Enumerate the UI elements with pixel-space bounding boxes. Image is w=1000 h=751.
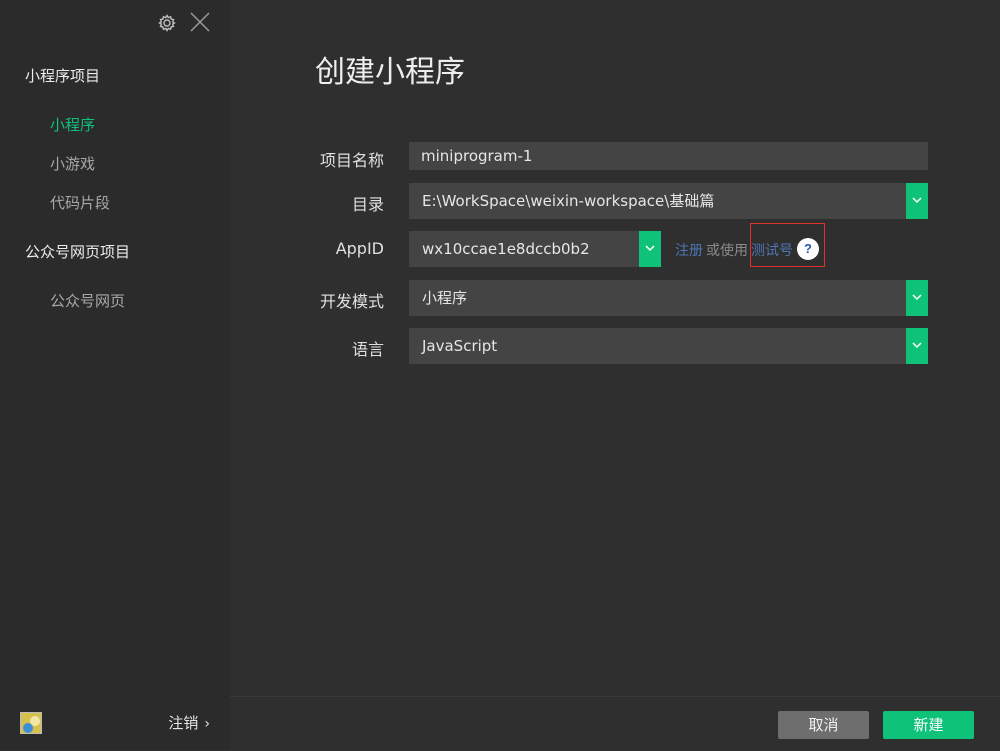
close-icon[interactable] xyxy=(188,10,212,34)
test-account-link[interactable]: 测试号 xyxy=(751,240,793,260)
bottom-bar: 取消 新建 xyxy=(230,696,1000,751)
language-select[interactable]: JavaScript xyxy=(409,328,906,364)
dev-mode-label: 开发模式 xyxy=(319,292,384,311)
chevron-down-icon xyxy=(912,294,922,301)
directory-label: 目录 xyxy=(351,195,384,214)
language-dropdown-button[interactable] xyxy=(906,328,928,364)
avatar[interactable] xyxy=(20,712,42,734)
appid-input[interactable]: wx10ccae1e8dccb0b2 xyxy=(409,231,640,267)
sidebar-item-miniprogram[interactable]: 小程序 xyxy=(50,114,95,135)
logout-label: 注销 xyxy=(168,714,199,732)
or-use-text: 或使用 xyxy=(706,243,748,259)
project-name-label: 项目名称 xyxy=(319,151,384,170)
directory-dropdown-button[interactable] xyxy=(906,183,928,219)
register-link[interactable]: 注册 xyxy=(675,240,703,260)
cancel-button[interactable]: 取消 xyxy=(778,711,869,739)
sidebar-footer: 注销 › xyxy=(0,697,230,750)
chevron-down-icon xyxy=(645,245,655,252)
main-panel: 创建小程序 项目名称 miniprogram-1 目录 E:\WorkSpace… xyxy=(230,0,1000,751)
chevron-down-icon xyxy=(912,197,922,204)
appid-label: AppID xyxy=(335,239,384,258)
section-title-official-account: 公众号网页项目 xyxy=(25,243,131,261)
sidebar: 小程序项目 小程序 小游戏 代码片段 公众号网页项目 公众号网页 注销 › xyxy=(0,0,230,750)
project-name-input[interactable]: miniprogram-1 xyxy=(409,142,928,170)
logout-button[interactable]: 注销 › xyxy=(168,712,210,733)
create-button[interactable]: 新建 xyxy=(883,711,974,739)
section-title-miniprogram: 小程序项目 xyxy=(25,67,101,85)
appid-dropdown-button[interactable] xyxy=(639,231,661,267)
gear-icon[interactable] xyxy=(156,12,178,34)
directory-input[interactable]: E:\WorkSpace\weixin-workspace\基础篇 xyxy=(409,183,906,219)
dev-mode-select[interactable]: 小程序 xyxy=(409,280,906,316)
page-title: 创建小程序 xyxy=(315,55,465,90)
help-icon[interactable]: ? xyxy=(797,238,819,260)
sidebar-item-official-web[interactable]: 公众号网页 xyxy=(50,290,125,311)
chevron-right-icon: › xyxy=(204,716,210,732)
chevron-down-icon xyxy=(912,342,922,349)
dev-mode-dropdown-button[interactable] xyxy=(906,280,928,316)
language-label: 语言 xyxy=(351,340,384,359)
sidebar-item-code-snippet[interactable]: 代码片段 xyxy=(50,192,110,213)
sidebar-item-minigame[interactable]: 小游戏 xyxy=(50,153,95,174)
